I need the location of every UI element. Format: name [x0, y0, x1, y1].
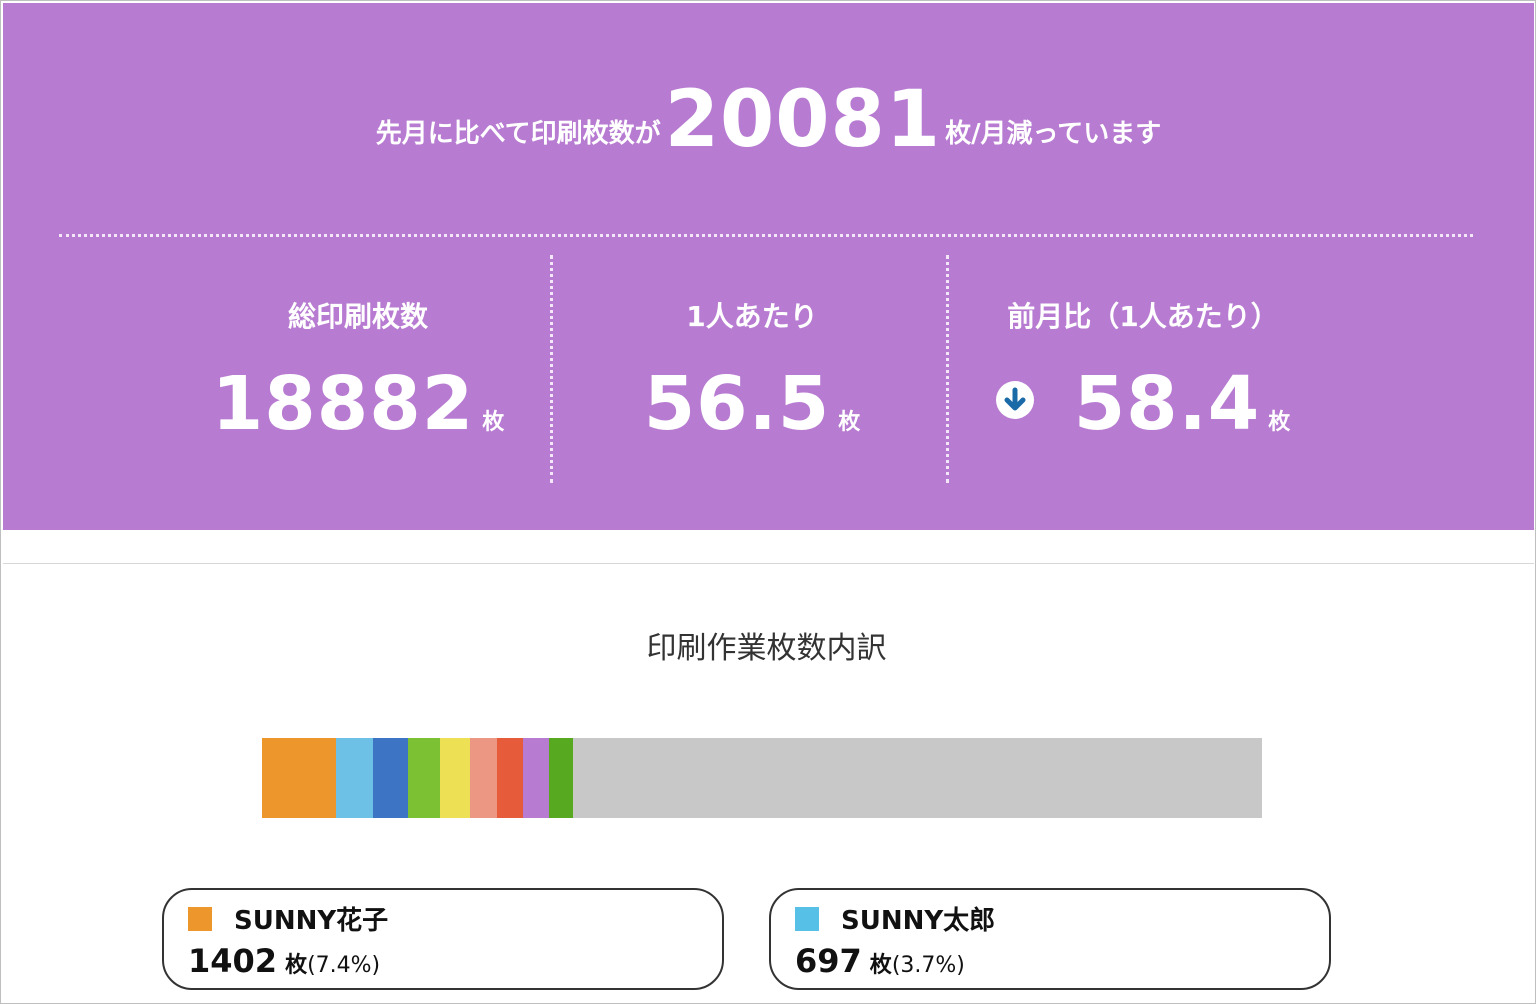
breakdown-segment	[470, 738, 497, 818]
user-print-count: 697	[795, 942, 862, 980]
stat-unit: 枚	[482, 410, 505, 435]
legend-swatch	[795, 907, 819, 931]
breakdown-stacked-bar	[262, 738, 1262, 818]
breakdown-segment	[408, 738, 440, 818]
breakdown-segment	[549, 738, 573, 818]
user-print-percent: (7.4%)	[307, 953, 381, 978]
arrow-down-icon	[995, 381, 1034, 419]
stat-label: 1人あたり	[686, 300, 818, 333]
stat-per-person: 1人あたり 56.5 枚	[552, 295, 952, 465]
user-print-count: 1402	[188, 942, 278, 980]
breakdown-segment	[262, 738, 336, 818]
stat-label: 総印刷枚数	[287, 300, 428, 333]
stat-total-prints: 総印刷枚数 18882 枚	[158, 295, 558, 465]
headline: 先月に比べて印刷枚数が20081 枚/月減っています	[3, 75, 1534, 165]
breakdown-segment	[497, 738, 523, 818]
user-print-unit: 枚	[285, 953, 308, 978]
breakdown-segment	[523, 738, 549, 818]
user-card-hanako[interactable]: SUNNY花子 1402 枚(7.4%)	[162, 888, 724, 990]
stat-unit: 枚	[838, 410, 861, 435]
breakdown-segment	[440, 738, 470, 818]
user-name: SUNNY花子	[234, 906, 389, 936]
breakdown-segment	[373, 738, 408, 818]
headline-prefix: 先月に比べて印刷枚数が	[375, 119, 661, 149]
summary-panel: 先月に比べて印刷枚数が20081 枚/月減っています 総印刷枚数 18882 枚 1…	[3, 3, 1534, 530]
report-frame: 先月に比べて印刷枚数が20081 枚/月減っています 総印刷枚数 18882 枚 1…	[0, 0, 1536, 1004]
stat-label: 前月比（1人あたり）	[1007, 300, 1279, 333]
headline-value: 20081	[664, 75, 942, 165]
stat-value: 56.5	[643, 361, 831, 447]
stat-unit: 枚	[1268, 410, 1291, 435]
stat-month-over-month: 前月比（1人あたり） 58.4 枚	[943, 295, 1343, 465]
section-divider	[3, 563, 1534, 564]
stat-value: 18882	[211, 361, 475, 447]
user-name: SUNNY太郎	[841, 906, 996, 936]
breakdown-segment	[336, 738, 373, 818]
legend-swatch	[188, 907, 212, 931]
breakdown-title: 印刷作業枚数内訳	[646, 631, 887, 666]
user-card-taro[interactable]: SUNNY太郎 697 枚(3.7%)	[769, 888, 1331, 990]
stat-value: 58.4	[1073, 361, 1261, 447]
summary-divider	[59, 234, 1473, 237]
user-print-percent: (3.7%)	[891, 953, 965, 978]
user-print-unit: 枚	[869, 953, 892, 978]
headline-suffix: 枚/月減っています	[945, 119, 1162, 149]
